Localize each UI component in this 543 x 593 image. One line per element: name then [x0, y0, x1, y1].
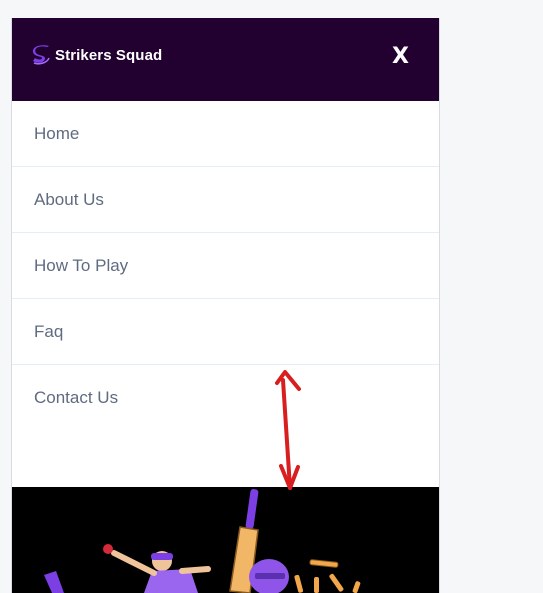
- menu-item-faq[interactable]: Faq: [12, 299, 439, 365]
- brand-logo[interactable]: Strikers Squad: [30, 44, 162, 66]
- menu-item-label: How To Play: [34, 255, 129, 275]
- cricket-illustration-icon: [44, 489, 361, 593]
- menu-item-label: Home: [34, 123, 80, 143]
- nav-menu: Home About Us How To Play Faq Contact Us: [12, 101, 439, 431]
- hero-banner: [12, 487, 439, 593]
- menu-item-home[interactable]: Home: [12, 101, 439, 167]
- menu-item-label: About Us: [34, 189, 104, 209]
- brand-name: Strikers Squad: [55, 46, 163, 64]
- menu-item-about-us[interactable]: About Us: [12, 167, 439, 233]
- menu-header: Strikers Squad X: [12, 18, 439, 101]
- mobile-menu-panel: Strikers Squad X Home About Us How To Pl…: [11, 18, 440, 593]
- menu-item-contact-us[interactable]: Contact Us: [12, 365, 439, 431]
- menu-item-label: Contact Us: [34, 388, 119, 407]
- close-menu-button[interactable]: X: [392, 42, 409, 72]
- menu-item-how-to-play[interactable]: How To Play: [12, 233, 439, 299]
- menu-item-label: Faq: [34, 321, 64, 341]
- logo-mark-icon: [32, 45, 50, 65]
